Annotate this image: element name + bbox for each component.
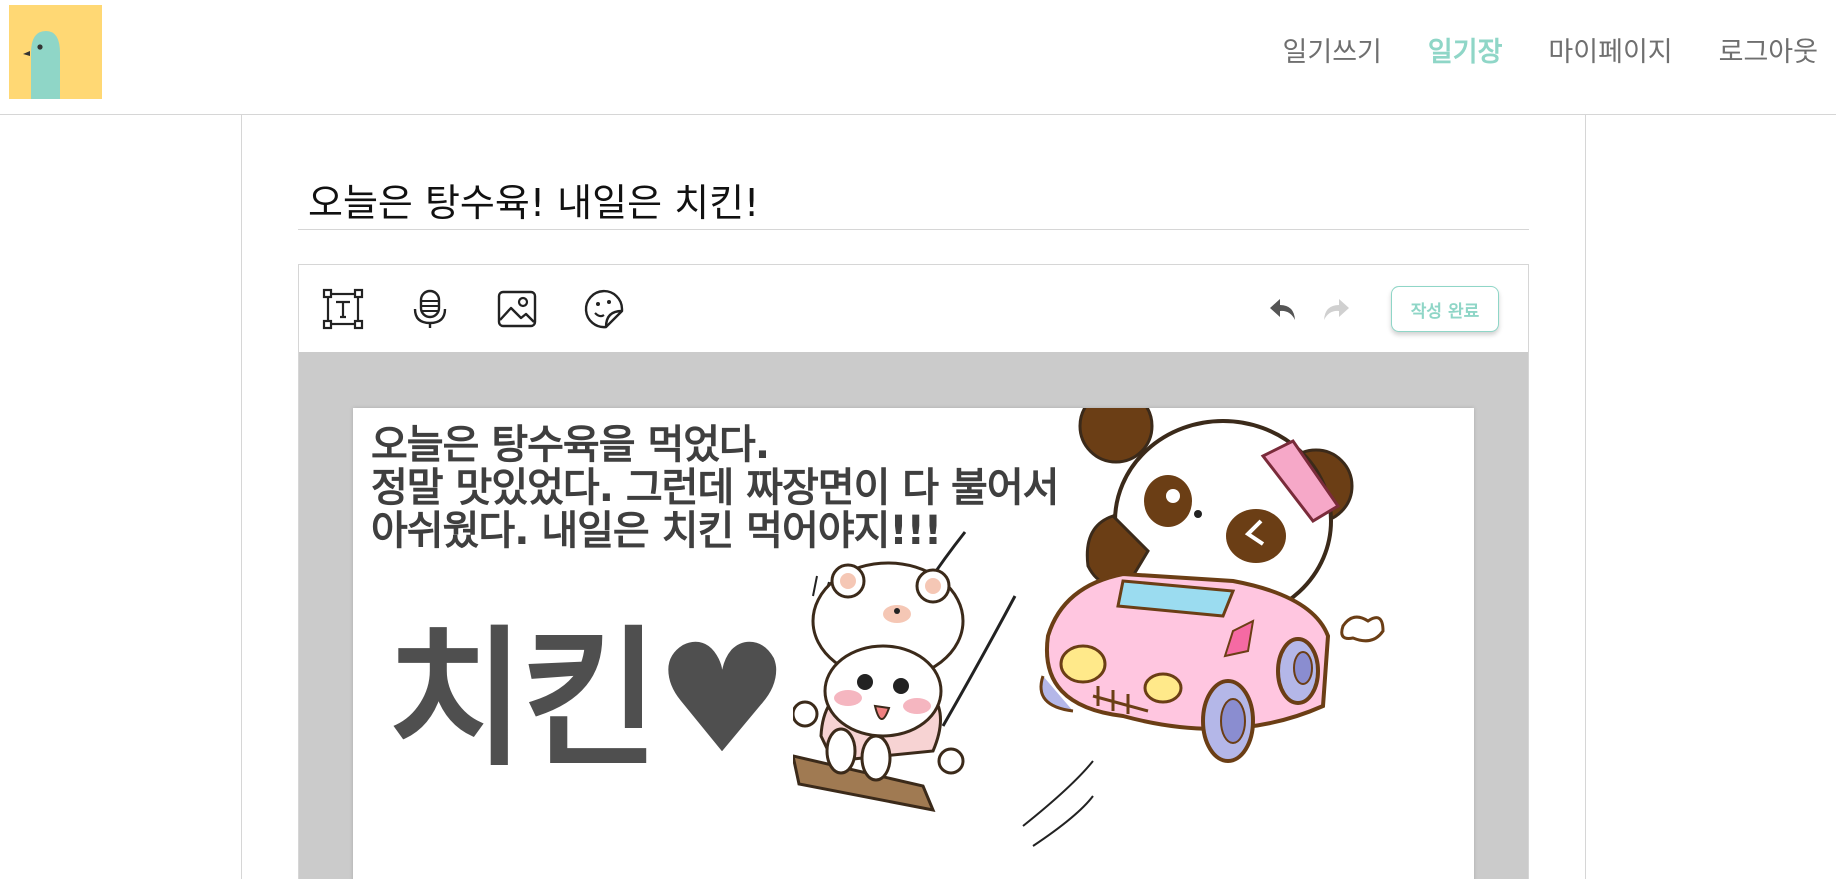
top-header: 일기쓰기 일기장 마이페이지 로그아웃 xyxy=(0,0,1836,115)
diary-big-text[interactable]: 치킨♥ xyxy=(387,578,789,795)
undo-icon[interactable] xyxy=(1268,295,1298,323)
nav-my-page[interactable]: 마이페이지 xyxy=(1548,30,1672,69)
bird-logo-icon xyxy=(23,31,60,99)
nav-logout[interactable]: 로그아웃 xyxy=(1719,30,1818,69)
voice-tool-icon[interactable] xyxy=(408,287,452,331)
main-nav: 일기쓰기 일기장 마이페이지 로그아웃 xyxy=(1283,30,1818,69)
panda-bear-car-sticker-icon[interactable] xyxy=(793,408,1453,879)
logo[interactable] xyxy=(9,5,102,99)
diary-editor: 작성 완료 오늘은 탕수육을 먹었다. 정말 맛있었다. 그런데 짜장면이 다 … xyxy=(298,264,1529,879)
complete-writing-button[interactable]: 작성 완료 xyxy=(1391,286,1499,332)
text-tool-icon[interactable] xyxy=(321,287,365,331)
sticker-tool-icon[interactable] xyxy=(582,287,626,331)
nav-diary-book[interactable]: 일기장 xyxy=(1428,30,1503,69)
canvas-area: 오늘은 탕수육을 먹었다. 정말 맛있었다. 그런데 짜장면이 다 불어서 아쉬… xyxy=(299,352,1528,879)
editor-toolbar: 작성 완료 xyxy=(299,265,1528,352)
redo-icon[interactable] xyxy=(1321,295,1351,323)
diary-page[interactable]: 오늘은 탕수육을 먹었다. 정말 맛있었다. 그런데 짜장면이 다 불어서 아쉬… xyxy=(353,408,1474,879)
image-tool-icon[interactable] xyxy=(495,287,539,331)
nav-write-diary[interactable]: 일기쓰기 xyxy=(1283,30,1382,69)
diary-title-input[interactable] xyxy=(298,170,1529,230)
